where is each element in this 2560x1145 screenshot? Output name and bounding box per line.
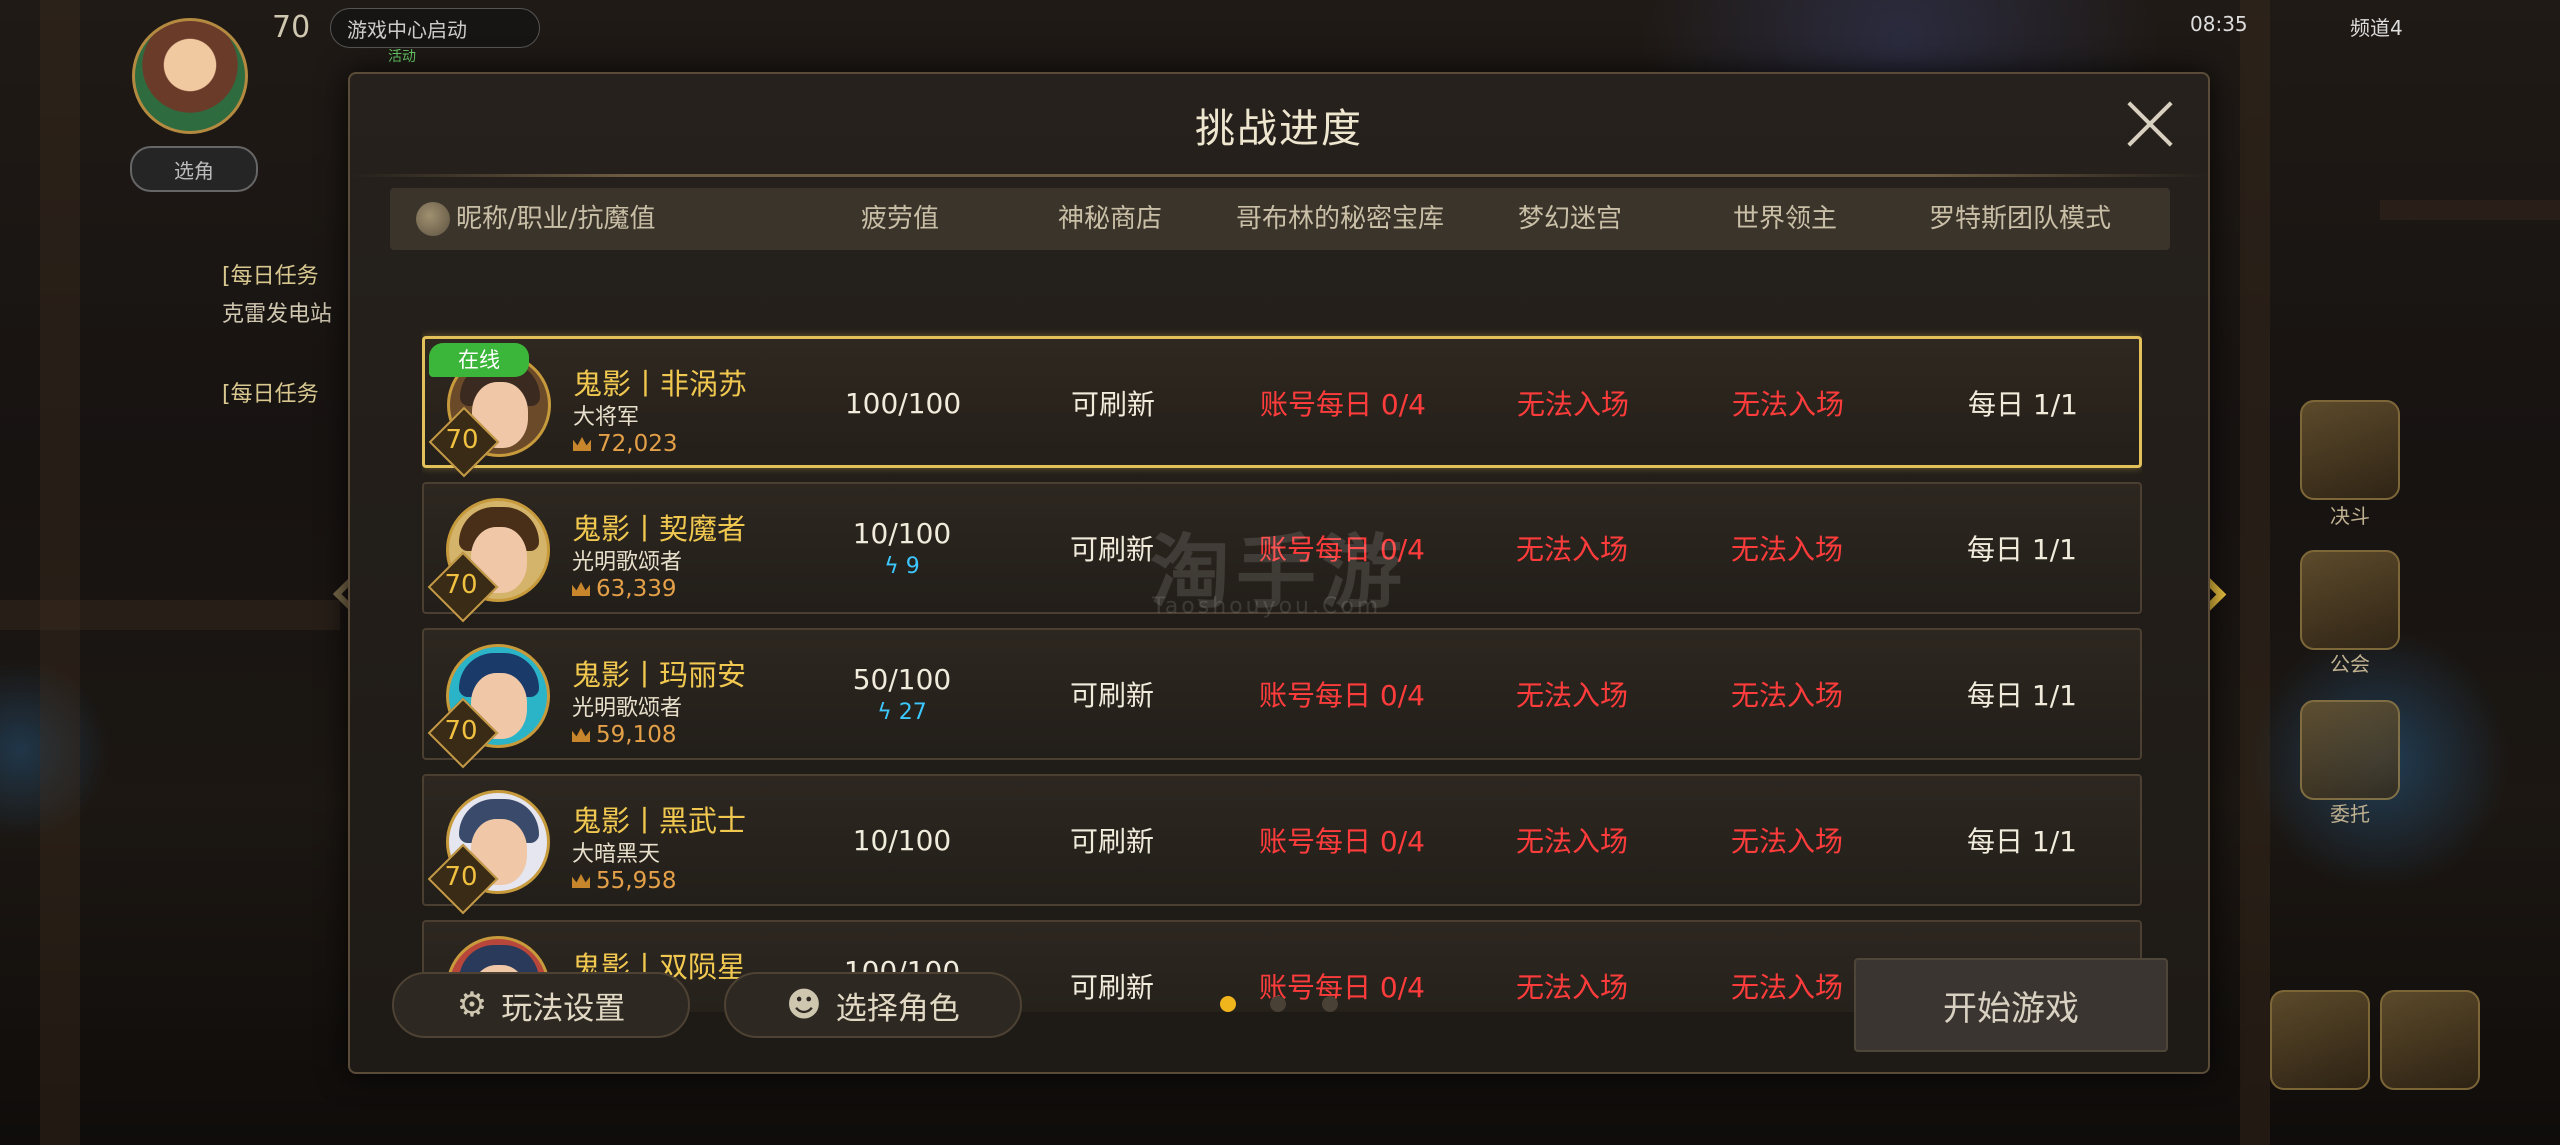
task-item[interactable]: [每日任务 [222,376,319,408]
column-header-maze: 梦幻迷宫 [1517,204,1622,234]
table-row[interactable]: 70 鬼影丨玛丽安 光明歌颂者 59,108 50/100 ϟ 27 可刷新 账… [422,628,2142,769]
profile-button-label: 选角 [174,158,214,183]
goblin-status: 账号每日 0/4 [1260,388,1426,421]
watermark-sub: Taoshouyou.Com [1152,594,1382,619]
status-channel: 频道4 [2350,16,2403,40]
bag-icon[interactable] [2380,990,2480,1090]
fatigue-value: 10/100 [852,823,952,857]
level-text: 70 [444,570,478,600]
fatigue-value: 10/100 ϟ 9 [852,517,952,579]
lord-status: 无法入场 [1730,533,1843,566]
commission-icon[interactable] [2300,700,2400,800]
character-power: 72,023 [573,431,677,457]
goblin-status: 账号每日 0/4 [1259,971,1425,1004]
title-divider [350,174,2208,177]
player-level: 70 [272,10,311,45]
gameplay-settings-button[interactable]: ⚙ 玩法设置 [392,972,690,1038]
character-name: 鬼影丨玛丽安 [572,658,747,692]
character-job: 大将军 [573,405,640,430]
table-header: 昵称/职业/抗魔值 疲劳值 神秘商店 哥布林的秘密宝库 梦幻迷宫 世界领主 罗特… [390,188,2170,250]
shop-status: 可刷新 [1070,388,1155,421]
page-dot[interactable] [1220,996,1236,1012]
online-badge: 在线 [429,343,529,377]
shop-status: 可刷新 [1069,679,1154,712]
character-job: 光明歌颂者 [572,550,683,575]
duel-icon[interactable] [2300,400,2400,500]
character-icon: ☻ [786,985,822,1025]
game-center-sub: 活动 [388,49,416,65]
right-menu-label: 决斗 [2330,504,2370,528]
page-dot[interactable] [1270,996,1286,1012]
level-text: 70 [444,862,478,892]
character-name: 鬼影丨黑武士 [572,804,747,838]
raid-status: 每日 1/1 [1967,825,2077,858]
game-center-label: 游戏中心启动 [347,17,467,42]
character-list[interactable]: 在线 70 鬼影丨非涡苏 大将军 72,023 100/100 可刷新 账号每日… [422,262,2142,1012]
start-game-button[interactable]: 开始游戏 [1854,958,2168,1052]
dialog-title: 挑战进度 [1195,106,1363,152]
close-icon[interactable] [2122,96,2178,152]
crown-icon [573,437,591,451]
select-role-button[interactable]: ☻ 选择角色 [724,972,1022,1038]
task-item[interactable]: 克雷发电站 [222,296,332,328]
level-text: 70 [445,425,479,455]
maze-status: 无法入场 [1515,679,1628,712]
profile-button[interactable]: 选角 [130,146,258,192]
gear-icon: ⚙ [456,985,488,1025]
character-power: 63,339 [572,576,676,602]
column-header-fatigue: 疲劳值 [860,204,939,234]
crown-icon [572,582,590,596]
column-header-lord: 世界领主 [1732,204,1837,234]
crown-icon [572,874,590,888]
maze-status: 无法入场 [1515,533,1628,566]
shop-status: 可刷新 [1069,825,1154,858]
craft-icon[interactable] [2270,990,2370,1090]
raid-status: 每日 1/1 [1967,679,2077,712]
fatigue-value: 100/100 [844,386,962,420]
level-text: 70 [444,716,478,746]
player-avatar[interactable] [132,18,248,134]
shop-status: 可刷新 [1069,971,1154,1004]
character-name: 鬼影丨契魔者 [572,512,747,546]
right-menu-label: 公会 [2330,652,2370,676]
maze-status: 无法入场 [1516,388,1629,421]
lord-status: 无法入场 [1730,679,1843,712]
character-job: 光明歌颂者 [572,696,683,721]
gameplay-settings-label: 玩法设置 [501,990,626,1027]
lord-status: 无法入场 [1731,388,1844,421]
guild-icon[interactable] [2300,550,2400,650]
fatigue-bonus: ϟ 27 [877,700,927,725]
fatigue-value: 50/100 ϟ 27 [852,663,952,725]
column-header-raid: 罗特斯团队模式 [1928,204,2111,234]
maze-status: 无法入场 [1515,971,1628,1004]
goblin-status: 账号每日 0/4 [1259,679,1425,712]
character-job: 大暗黑天 [572,842,661,867]
page-dot[interactable] [1322,996,1338,1012]
raid-status: 每日 1/1 [1968,388,2078,421]
crown-icon [572,728,590,742]
select-role-label: 选择角色 [835,990,960,1027]
status-clock: 08:35 [2190,12,2248,36]
maze-status: 无法入场 [1515,825,1628,858]
start-game-label: 开始游戏 [1943,988,2079,1029]
game-center-button[interactable]: 游戏中心启动 [330,8,540,48]
goblin-status: 账号每日 0/4 [1259,825,1425,858]
column-header-goblin: 哥布林的秘密宝库 [1235,204,1444,234]
task-item[interactable]: [每日任务 [222,258,319,290]
table-row[interactable]: 在线 70 鬼影丨非涡苏 大将军 72,023 100/100 可刷新 账号每日… [422,336,2142,478]
character-head-icon [416,202,450,236]
fatigue-bonus: ϟ 9 [884,554,920,579]
character-power: 59,108 [572,722,676,748]
column-header-name: 昵称/职业/抗魔值 [456,204,656,234]
lord-status: 无法入场 [1730,825,1843,858]
right-menu-label: 委托 [2330,802,2370,826]
table-row[interactable]: 70 鬼影丨黑武士 大暗黑天 55,958 10/100 可刷新 账号每日 0/… [422,774,2142,915]
raid-status: 每日 1/1 [1967,533,2077,566]
character-name: 鬼影丨非涡苏 [573,367,748,401]
column-header-shop: 神秘商店 [1057,204,1162,234]
character-power: 55,958 [572,868,676,894]
